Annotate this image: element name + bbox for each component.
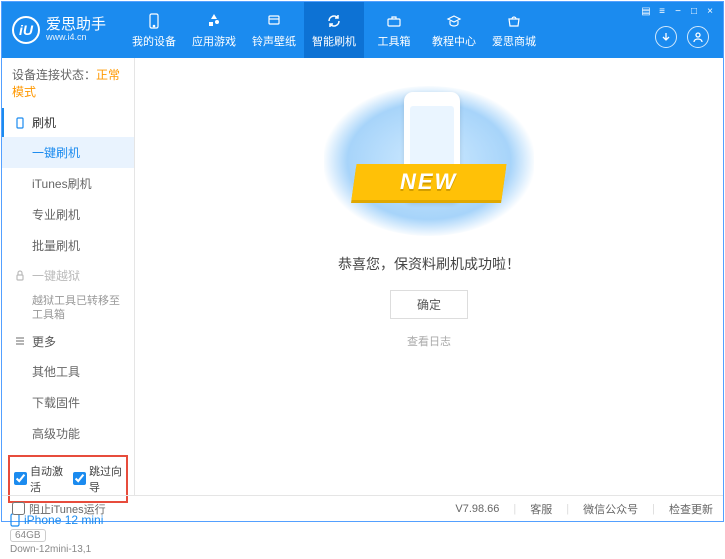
toolbox-icon: [384, 11, 404, 31]
music-icon: [264, 11, 284, 31]
status-bar: 阻止iTunes运行 V7.98.66 | 客服 | 微信公众号 | 检查更新: [2, 495, 723, 521]
success-message: 恭喜您，保资料刷机成功啦！: [338, 254, 520, 274]
sidebar-item-oneclick[interactable]: 一键刷机: [2, 137, 134, 168]
main-panel: NEW 恭喜您，保资料刷机成功啦！ 确定 查看日志: [135, 58, 723, 495]
device-sub: Down-12mini-13,1: [10, 544, 126, 555]
refresh-icon: [324, 11, 344, 31]
sidebar-item-itunes[interactable]: iTunes刷机: [2, 168, 134, 199]
sidebar-head-jailbreak[interactable]: 一键越狱: [2, 261, 134, 290]
user-button[interactable]: [687, 26, 709, 48]
nav-label: 智能刷机: [312, 33, 356, 49]
apps-icon: [204, 11, 224, 31]
sidebar-head-label: 刷机: [32, 114, 56, 131]
minimize-button[interactable]: −: [671, 4, 685, 18]
success-illustration: NEW: [324, 86, 534, 236]
download-button[interactable]: [655, 26, 677, 48]
nav-label: 应用游戏: [192, 33, 236, 49]
logo-icon: iU: [12, 16, 40, 44]
sidebar: 设备连接状态：正常模式 刷机 一键刷机 iTunes刷机 专业刷机 批量刷机 一…: [2, 58, 135, 495]
app-url: www.i4.cn: [46, 33, 106, 43]
wechat-link[interactable]: 微信公众号: [583, 501, 638, 517]
connection-status: 设备连接状态：正常模式: [2, 58, 134, 108]
nav-label: 教程中心: [432, 33, 476, 49]
graduation-icon: [444, 11, 464, 31]
nav-store[interactable]: 爱思商城: [484, 2, 544, 58]
main-nav: 我的设备 应用游戏 铃声壁纸 智能刷机 工具箱 教程中心 爱思商城: [124, 2, 544, 58]
sidebar-item-other[interactable]: 其他工具: [2, 356, 134, 387]
skip-guide-checkbox[interactable]: 跳过向导: [73, 463, 122, 495]
menu-icon[interactable]: ▤: [639, 4, 653, 18]
nav-label: 爱思商城: [492, 33, 536, 49]
view-log-link[interactable]: 查看日志: [407, 333, 451, 349]
close-button[interactable]: ×: [703, 4, 717, 18]
jailbreak-note: 越狱工具已转移至工具箱: [2, 290, 134, 327]
ribbon-label: NEW: [400, 169, 457, 195]
nav-label: 工具箱: [378, 33, 411, 49]
nav-flash[interactable]: 智能刷机: [304, 2, 364, 58]
nav-label: 铃声壁纸: [252, 33, 296, 49]
sidebar-head-flash[interactable]: 刷机: [2, 108, 134, 137]
block-itunes-checkbox[interactable]: 阻止iTunes运行: [12, 501, 106, 517]
app-name: 爱思助手: [46, 17, 106, 34]
auto-activate-checkbox[interactable]: 自动激活: [14, 463, 63, 495]
window-controls: ▤ ≡ − □ ×: [639, 4, 717, 18]
app-logo: iU 爱思助手 www.i4.cn: [12, 16, 106, 44]
update-link[interactable]: 检查更新: [669, 501, 713, 517]
service-link[interactable]: 客服: [530, 501, 552, 517]
lock-icon: [14, 270, 26, 282]
sidebar-head-label: 一键越狱: [32, 267, 80, 284]
nav-tutorials[interactable]: 教程中心: [424, 2, 484, 58]
title-bar: iU 爱思助手 www.i4.cn 我的设备 应用游戏 铃声壁纸 智能刷机 工具…: [2, 2, 723, 58]
sidebar-head-label: 更多: [32, 333, 56, 350]
sidebar-item-advanced[interactable]: 高级功能: [2, 418, 134, 449]
device-storage: 64GB: [10, 529, 46, 542]
version-label: V7.98.66: [455, 503, 499, 515]
nav-devices[interactable]: 我的设备: [124, 2, 184, 58]
phone-icon: [14, 117, 26, 129]
nav-label: 我的设备: [132, 33, 176, 49]
nav-toolbox[interactable]: 工具箱: [364, 2, 424, 58]
sidebar-head-more[interactable]: 更多: [2, 327, 134, 356]
sidebar-item-firmware[interactable]: 下载固件: [2, 387, 134, 418]
nav-apps[interactable]: 应用游戏: [184, 2, 244, 58]
menu-dash-icon[interactable]: ≡: [655, 4, 669, 18]
maximize-button[interactable]: □: [687, 4, 701, 18]
sidebar-item-pro[interactable]: 专业刷机: [2, 199, 134, 230]
phone-icon: [144, 11, 164, 31]
ok-button[interactable]: 确定: [390, 290, 468, 319]
store-icon: [504, 11, 524, 31]
sidebar-item-batch[interactable]: 批量刷机: [2, 230, 134, 261]
nav-ringtones[interactable]: 铃声壁纸: [244, 2, 304, 58]
list-icon: [14, 335, 26, 347]
